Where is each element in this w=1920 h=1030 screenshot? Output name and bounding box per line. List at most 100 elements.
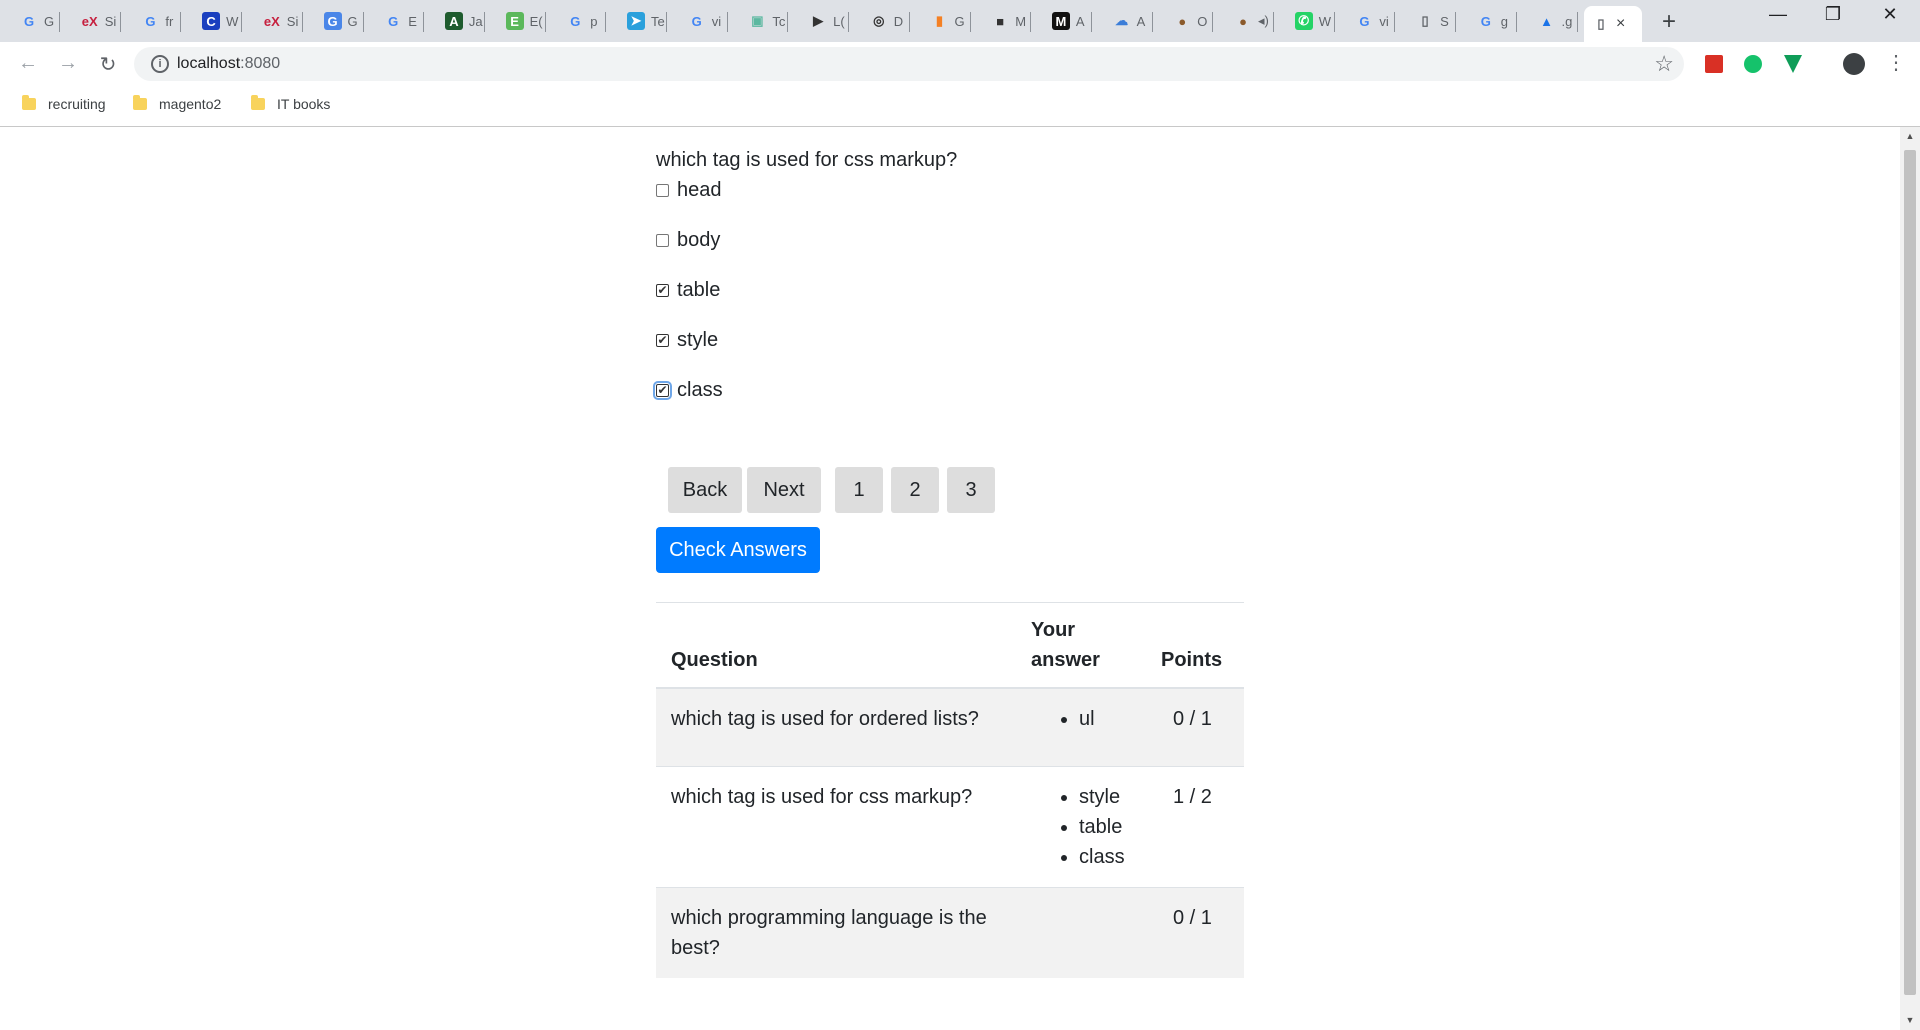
browser-tab[interactable]: ▶ L(	[789, 6, 850, 36]
checkbox[interactable]: ✔	[656, 334, 669, 347]
tab-favicon-icon: ☁	[1115, 13, 1129, 28]
checkbox[interactable]: ✔	[656, 284, 669, 297]
address-bar[interactable]: i localhost:8080 ☆	[134, 47, 1684, 81]
close-window-button[interactable]: ✕	[1872, 4, 1908, 25]
next-button[interactable]: Next	[747, 467, 821, 513]
answer-item: table	[1079, 812, 1131, 842]
back-button[interactable]: Back	[668, 467, 742, 513]
checkbox[interactable]	[656, 184, 669, 197]
browser-tab[interactable]: Gfr	[121, 6, 182, 36]
tab-favicon-icon: G	[323, 12, 342, 30]
browser-tab[interactable]: GE	[364, 6, 425, 36]
browser-tab[interactable]: ▣ Tc	[728, 6, 789, 36]
tab-favicon-icon: ●	[1178, 13, 1187, 29]
scroll-down-arrow-icon[interactable]: ▼	[1900, 1015, 1920, 1025]
browser-tab[interactable]: ● ◂)	[1214, 6, 1274, 36]
tab-title: A	[1136, 13, 1146, 29]
row-points: 1 / 2	[1146, 766, 1244, 888]
option-style[interactable]: ✔ style	[656, 329, 718, 352]
vue-devtools-icon[interactable]	[1784, 55, 1802, 73]
browser-tab[interactable]: ● O	[1153, 6, 1214, 36]
browser-tab[interactable]: GG	[304, 6, 364, 36]
checkbox[interactable]: ✔	[653, 381, 672, 400]
browser-tab[interactable]: ☁ A	[1093, 6, 1153, 36]
minimize-button[interactable]: —	[1760, 4, 1796, 25]
tab-title: Te	[651, 13, 665, 29]
tab-favicon-icon: ▣	[751, 13, 764, 28]
reload-icon[interactable]: ↻	[96, 52, 120, 77]
browser-tab[interactable]: Gvi	[668, 6, 728, 36]
bookmarks-bar: recruiting magento2 IT books	[0, 86, 1920, 127]
option-table[interactable]: ✔ table	[656, 279, 720, 302]
header-your-answer: Your answer	[1016, 603, 1146, 689]
tab-title: L(	[833, 13, 845, 29]
tab-title: W	[226, 13, 239, 29]
browser-tab[interactable]: CW	[182, 6, 243, 36]
browser-tab[interactable]: eX Si	[243, 6, 303, 36]
browser-tab[interactable]: E E(	[486, 6, 546, 36]
folder-icon	[22, 95, 36, 110]
row-answers: ul	[1016, 687, 1146, 767]
option-body[interactable]: body	[656, 229, 720, 252]
browser-tab[interactable]: MA	[1032, 6, 1092, 36]
forward-arrow-icon[interactable]: →	[56, 52, 80, 75]
answer-item: ul	[1079, 704, 1131, 734]
browser-tab[interactable]: Gg	[1457, 6, 1517, 36]
option-label: style	[677, 329, 719, 351]
row-points: 0 / 1	[1146, 687, 1244, 767]
checkbox[interactable]	[656, 234, 669, 247]
bookmark-it-books[interactable]: IT books	[251, 95, 330, 112]
new-tab-button[interactable]: +	[1657, 8, 1681, 36]
tab-favicon-icon: C	[202, 12, 221, 30]
browser-tab[interactable]: ■ M	[971, 6, 1032, 36]
page-1-button[interactable]: 1	[835, 467, 883, 513]
browser-tab[interactable]: ➤ Te	[607, 6, 667, 36]
option-class[interactable]: ✔ class	[653, 379, 723, 402]
bookmark-star-icon[interactable]: ☆	[1654, 51, 1674, 77]
tab-active[interactable]: ▯ ×	[1584, 6, 1642, 42]
row-question: which tag is used for css markup?	[656, 766, 1016, 888]
browser-tab[interactable]: ▯ S	[1396, 6, 1457, 36]
row-answers: styletableclass	[1016, 766, 1146, 888]
bookmark-recruiting[interactable]: recruiting	[22, 95, 106, 112]
scrollbar-thumb[interactable]	[1904, 150, 1916, 995]
option-head[interactable]: head	[656, 179, 722, 202]
browser-tab[interactable]: ◎ D	[850, 6, 910, 36]
question-text: which tag is used for css markup?	[656, 149, 958, 171]
answer-item: style	[1079, 782, 1131, 812]
browser-tab[interactable]: Gvi	[1335, 6, 1396, 36]
tab-title: S	[1440, 13, 1449, 29]
close-tab-icon[interactable]: ×	[1616, 15, 1625, 33]
page-2-button[interactable]: 2	[891, 467, 939, 513]
browser-tab[interactable]: ▮ G	[911, 6, 971, 36]
option-label: class	[677, 379, 723, 401]
avatar[interactable]	[1843, 53, 1865, 75]
tab-favicon-icon: ●	[1239, 13, 1247, 29]
check-answers-button[interactable]: Check Answers	[656, 527, 820, 573]
url-text[interactable]: localhost:8080	[177, 55, 280, 73]
bookmark-magento2[interactable]: magento2	[133, 95, 221, 112]
page-3-button[interactable]: 3	[947, 467, 995, 513]
tab-title: D	[893, 13, 904, 29]
tab-title: vi	[711, 13, 722, 29]
url-host: localhost	[177, 55, 241, 72]
restore-button[interactable]: ❐	[1815, 4, 1851, 25]
info-icon[interactable]: i	[151, 55, 169, 73]
browser-tab[interactable]: A Ja	[425, 6, 485, 36]
browser-tab[interactable]: GG	[0, 6, 60, 36]
browser-tab[interactable]: ▲ .g	[1518, 6, 1578, 36]
tab-title: G	[44, 13, 55, 29]
browser-tab[interactable]: ✆ W	[1275, 6, 1335, 36]
extension-red-icon[interactable]	[1705, 55, 1723, 73]
menu-dots-icon[interactable]: ⋮	[1884, 50, 1908, 75]
scroll-up-arrow-icon[interactable]: ▲	[1900, 131, 1920, 141]
answer-item: class	[1079, 842, 1131, 872]
scrollbar[interactable]: ▲ ▼	[1900, 127, 1920, 1030]
tab-favicon-icon: G	[1359, 13, 1370, 29]
back-arrow-icon[interactable]: ←	[16, 52, 40, 75]
tab-separator	[1576, 12, 1578, 32]
grammarly-icon[interactable]	[1744, 55, 1762, 73]
browser-tab[interactable]: eX Si	[61, 6, 121, 36]
browser-tab[interactable]: Gp	[546, 6, 607, 36]
tab-favicon-icon: ▮	[935, 13, 944, 28]
